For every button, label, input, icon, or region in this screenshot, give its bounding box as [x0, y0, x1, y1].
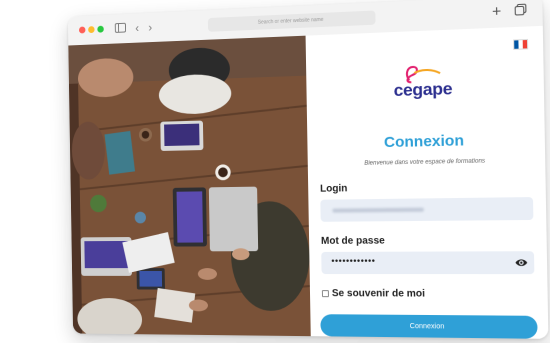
connexion-button[interactable]: Connexion	[320, 314, 538, 339]
maximize-window-button[interactable]	[97, 25, 104, 33]
back-icon[interactable]: ‹	[132, 19, 142, 37]
remember-me-checkbox[interactable]	[321, 290, 329, 298]
eye-icon[interactable]	[515, 257, 528, 267]
address-placeholder: Search or enter website name	[257, 16, 324, 26]
login-value-blurred	[332, 207, 424, 213]
minimize-window-button[interactable]	[88, 26, 95, 34]
password-mask: ••••••••••••	[331, 255, 376, 266]
password-input[interactable]: ••••••••••••	[321, 251, 535, 275]
meeting-photo	[68, 35, 311, 337]
tabs-icon[interactable]	[512, 2, 527, 21]
meeting-photo-illustration	[68, 35, 311, 337]
browser-window: ‹ › Search or enter website name + cegap…	[67, 0, 549, 339]
flag-red-stripe	[522, 40, 528, 49]
login-panel: cegape Connexion Bienvenue dans votre es…	[305, 25, 549, 339]
page-title: Connexion	[383, 132, 465, 152]
stage: ‹ › Search or enter website name + cegap…	[0, 0, 550, 343]
forward-icon[interactable]: ›	[145, 19, 155, 37]
cegape-logo: cegape	[386, 62, 459, 105]
remember-me-label: Se souvenir de moi	[331, 288, 426, 300]
logo-text: cegape	[393, 78, 453, 101]
login-label: Login	[320, 183, 348, 195]
address-bar[interactable]: Search or enter website name	[207, 10, 376, 32]
french-flag-icon[interactable]	[513, 38, 529, 50]
remember-me[interactable]: Se souvenir de moi	[321, 288, 426, 300]
sidebar-icon[interactable]	[114, 20, 127, 38]
plus-icon[interactable]: +	[489, 3, 504, 22]
page-subtitle: Bienvenue dans votre espace de formation…	[364, 158, 486, 167]
password-label: Mot de passe	[320, 235, 385, 247]
login-input[interactable]	[320, 197, 534, 222]
close-window-button[interactable]	[78, 26, 86, 34]
